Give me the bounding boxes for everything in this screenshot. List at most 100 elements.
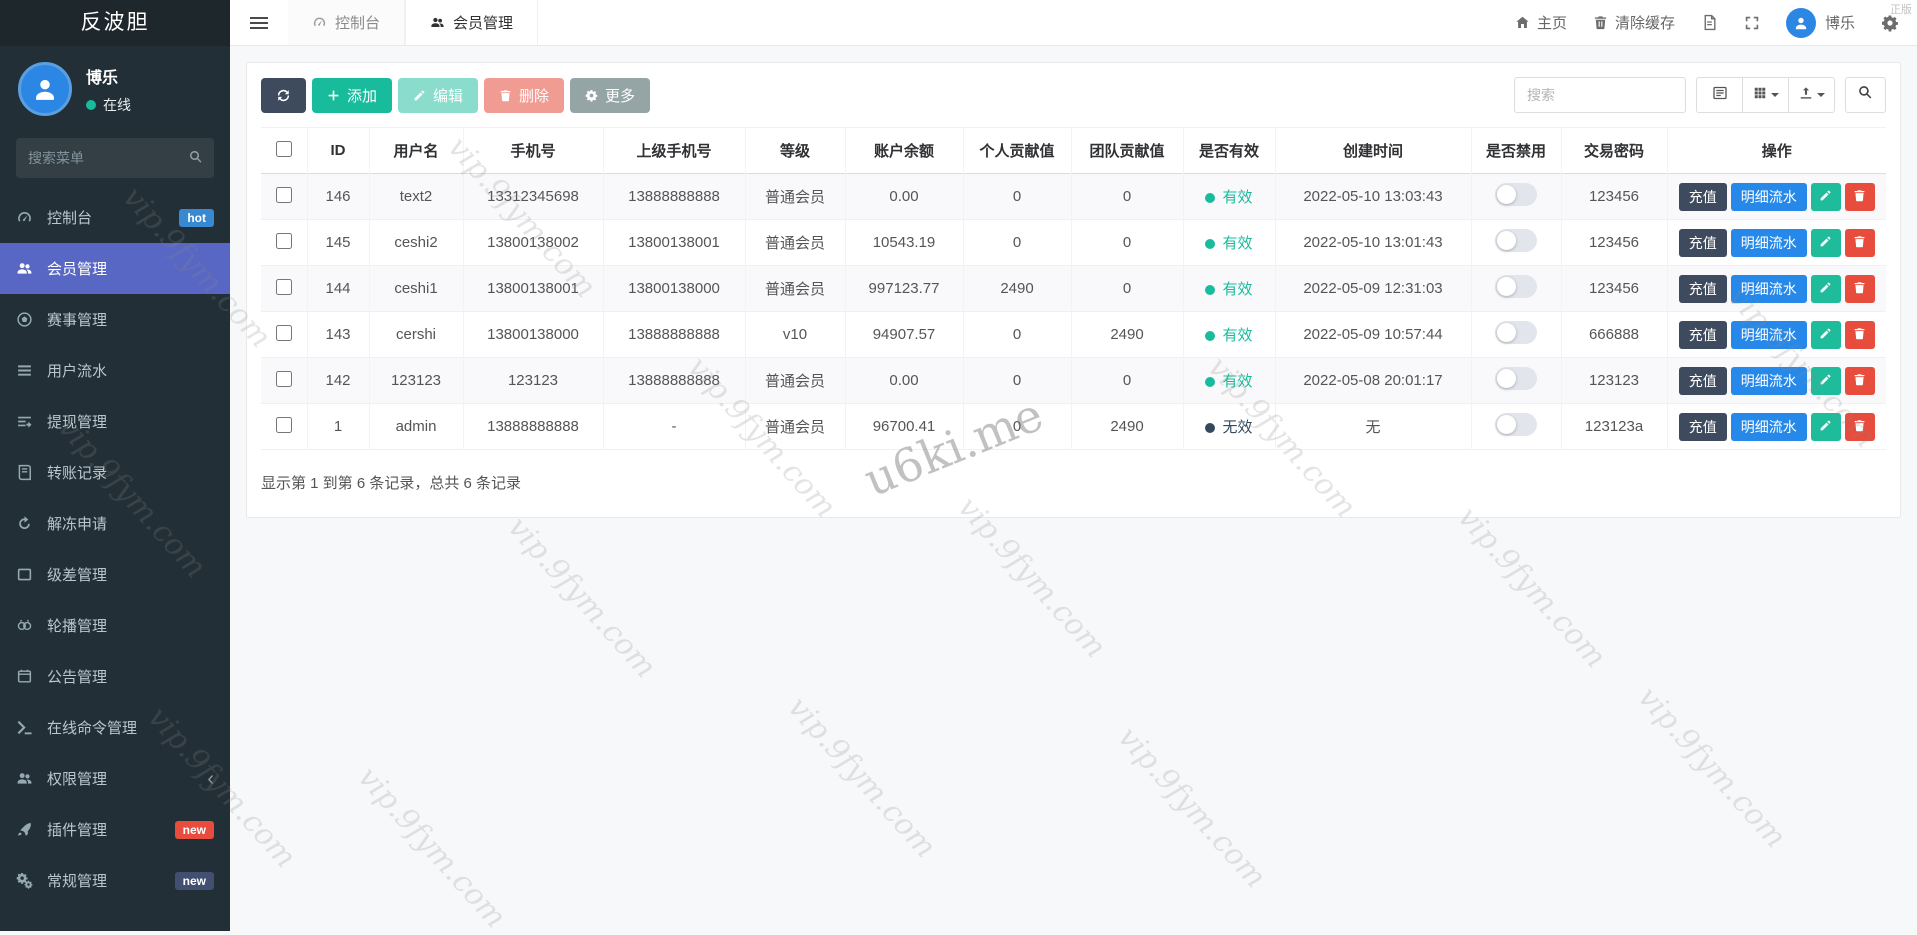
recharge-button[interactable]: 充值: [1679, 367, 1727, 395]
columns-button[interactable]: [1742, 77, 1789, 113]
row-edit-button[interactable]: [1811, 275, 1841, 303]
cell-balance: 94907.57: [845, 312, 963, 358]
sidebar-item-auth-users[interactable]: 权限管理 ‹: [0, 753, 230, 804]
column-header[interactable]: 交易密码: [1561, 128, 1667, 174]
sidebar-item-rocket[interactable]: 插件管理 new: [0, 804, 230, 855]
column-header[interactable]: 是否有效: [1183, 128, 1275, 174]
cell-created: 无: [1275, 404, 1471, 450]
disable-toggle[interactable]: [1495, 275, 1537, 298]
home-link[interactable]: 主页: [1515, 12, 1567, 33]
row-checkbox[interactable]: [276, 371, 292, 387]
table-search-input[interactable]: [1514, 77, 1686, 113]
sidebar-item-users[interactable]: 会员管理: [0, 243, 230, 294]
export-button[interactable]: [1788, 77, 1835, 113]
column-header[interactable]: 创建时间: [1275, 128, 1471, 174]
person-icon: [31, 75, 59, 103]
sidebar-item-notice[interactable]: 公告管理: [0, 651, 230, 702]
disable-toggle[interactable]: [1495, 183, 1537, 206]
flow-detail-button[interactable]: 明细流水: [1731, 275, 1807, 303]
column-header[interactable]: 等级: [745, 128, 845, 174]
row-delete-button[interactable]: [1845, 367, 1875, 395]
sidebar-item-book[interactable]: 转账记录: [0, 447, 230, 498]
edit-button[interactable]: 编辑: [398, 78, 478, 113]
column-header[interactable]: 用户名: [369, 128, 463, 174]
column-header[interactable]: ID: [307, 128, 369, 174]
brand-title: 反波胆: [0, 0, 230, 46]
sidebar-item-label: 级差管理: [47, 564, 107, 585]
row-edit-button[interactable]: [1811, 229, 1841, 257]
row-delete-button[interactable]: [1845, 275, 1875, 303]
recharge-button[interactable]: 充值: [1679, 413, 1727, 441]
disable-toggle[interactable]: [1495, 321, 1537, 344]
sidebar-item-withdraw[interactable]: 提现管理: [0, 396, 230, 447]
sidebar-item-soccer[interactable]: 赛事管理: [0, 294, 230, 345]
pencil-icon: [1819, 419, 1832, 435]
row-edit-button[interactable]: [1811, 321, 1841, 349]
cell-disabled: [1471, 404, 1561, 450]
disable-toggle[interactable]: [1495, 367, 1537, 390]
row-edit-button[interactable]: [1811, 413, 1841, 441]
row-checkbox[interactable]: [276, 417, 292, 433]
rocket-icon: [16, 821, 34, 838]
disable-toggle[interactable]: [1495, 413, 1537, 436]
fullscreen-icon[interactable]: [1744, 15, 1760, 31]
file-translate-icon[interactable]: [1701, 14, 1718, 31]
sidebar-item-list[interactable]: 用户流水: [0, 345, 230, 396]
hamburger-menu-icon[interactable]: [230, 0, 288, 45]
user-menu[interactable]: 博乐: [1786, 8, 1855, 38]
online-dot-icon: [86, 100, 96, 110]
sidebar-item-carousel[interactable]: 轮播管理: [0, 600, 230, 651]
sidebar-item-gears[interactable]: 常规管理 new: [0, 855, 230, 906]
refresh-button[interactable]: [261, 78, 306, 113]
recharge-button[interactable]: 充值: [1679, 183, 1727, 211]
row-checkbox[interactable]: [276, 187, 292, 203]
sidebar-item-label: 轮播管理: [47, 615, 107, 636]
more-button[interactable]: 更多: [570, 78, 650, 113]
recharge-button[interactable]: 充值: [1679, 321, 1727, 349]
recharge-button[interactable]: 充值: [1679, 275, 1727, 303]
flow-detail-button[interactable]: 明细流水: [1731, 413, 1807, 441]
row-delete-button[interactable]: [1845, 321, 1875, 349]
status-dot-icon: [1205, 193, 1215, 203]
detail-view-button[interactable]: [1696, 77, 1743, 113]
row-delete-button[interactable]: [1845, 183, 1875, 211]
sidebar-item-unfreeze[interactable]: 解冻申请: [0, 498, 230, 549]
clear-cache-link[interactable]: 清除缓存: [1593, 12, 1675, 33]
column-header[interactable]: 团队贡献值: [1071, 128, 1183, 174]
flow-detail-button[interactable]: 明细流水: [1731, 229, 1807, 257]
recharge-button[interactable]: 充值: [1679, 229, 1727, 257]
tab-dashboard[interactable]: 控制台: [288, 0, 405, 45]
column-header[interactable]: 是否禁用: [1471, 128, 1561, 174]
row-delete-button[interactable]: [1845, 229, 1875, 257]
sidebar-item-label: 公告管理: [47, 666, 107, 687]
sidebar-item-square[interactable]: 级差管理: [0, 549, 230, 600]
column-header[interactable]: 个人贡献值: [963, 128, 1071, 174]
search-submit-button[interactable]: [1845, 77, 1886, 113]
add-button[interactable]: 添加: [312, 78, 392, 113]
row-delete-button[interactable]: [1845, 413, 1875, 441]
row-checkbox[interactable]: [276, 233, 292, 249]
select-all-checkbox[interactable]: [276, 141, 292, 157]
column-header[interactable]: 操作: [1667, 128, 1886, 174]
cell-phone: 13800138000: [463, 312, 603, 358]
flow-detail-button[interactable]: 明细流水: [1731, 183, 1807, 211]
sidebar-item-terminal[interactable]: 在线命令管理: [0, 702, 230, 753]
row-edit-button[interactable]: [1811, 367, 1841, 395]
flow-detail-button[interactable]: 明细流水: [1731, 321, 1807, 349]
row-checkbox[interactable]: [276, 325, 292, 341]
tab-members[interactable]: 会员管理: [405, 0, 538, 45]
cell-status: 有效: [1183, 174, 1275, 220]
sidebar-item-dashboard[interactable]: 控制台 hot: [0, 192, 230, 243]
cell-level: 普通会员: [745, 404, 845, 450]
delete-button[interactable]: 删除: [484, 78, 564, 113]
row-checkbox[interactable]: [276, 279, 292, 295]
detail-view-icon: [1712, 85, 1728, 106]
column-header[interactable]: 账户余额: [845, 128, 963, 174]
flow-detail-button[interactable]: 明细流水: [1731, 367, 1807, 395]
column-header[interactable]: 手机号: [463, 128, 603, 174]
disable-toggle[interactable]: [1495, 229, 1537, 252]
row-edit-button[interactable]: [1811, 183, 1841, 211]
column-header[interactable]: 上级手机号: [603, 128, 745, 174]
menu-search-input[interactable]: [16, 138, 214, 178]
cell-phone: 13888888888: [463, 404, 603, 450]
